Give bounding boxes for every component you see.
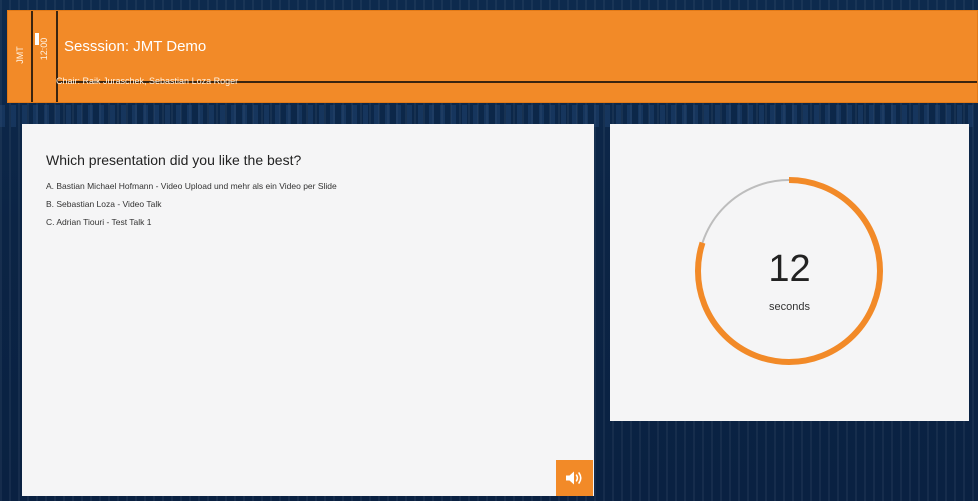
countdown-value: 12 <box>768 248 811 290</box>
sound-button[interactable] <box>556 460 593 496</box>
timer-panel: 12 seconds <box>610 124 969 421</box>
countdown-unit: seconds <box>769 301 810 313</box>
time-label: 12:00 <box>38 37 49 61</box>
session-title: Sesssion: JMT Demo <box>64 38 207 55</box>
poll-option: A. Bastian Michael Hofmann - Video Uploa… <box>46 181 337 191</box>
title-row: Sesssion: JMT Demo <box>58 11 977 83</box>
speaker-icon <box>565 471 582 485</box>
poll-option: B. Sebastian Loza - Video Talk <box>46 199 162 209</box>
poll-option: C. Adrian Tiouri - Test Talk 1 <box>46 217 152 227</box>
poll-options: A. Bastian Michael Hofmann - Video Uploa… <box>46 181 337 235</box>
session-header: JMT 12:00 Sesssion: JMT Demo <box>7 10 978 103</box>
room-label: JMT <box>14 45 25 64</box>
poll-question: Which presentation did you like the best… <box>46 152 302 168</box>
chair-text: Chair: Raik Juraschek, Sebastian Loza Ro… <box>56 76 239 86</box>
poll-panel: Which presentation did you like the best… <box>22 124 594 496</box>
time-column: 12:00 <box>31 11 58 102</box>
room-column: JMT <box>8 11 33 102</box>
